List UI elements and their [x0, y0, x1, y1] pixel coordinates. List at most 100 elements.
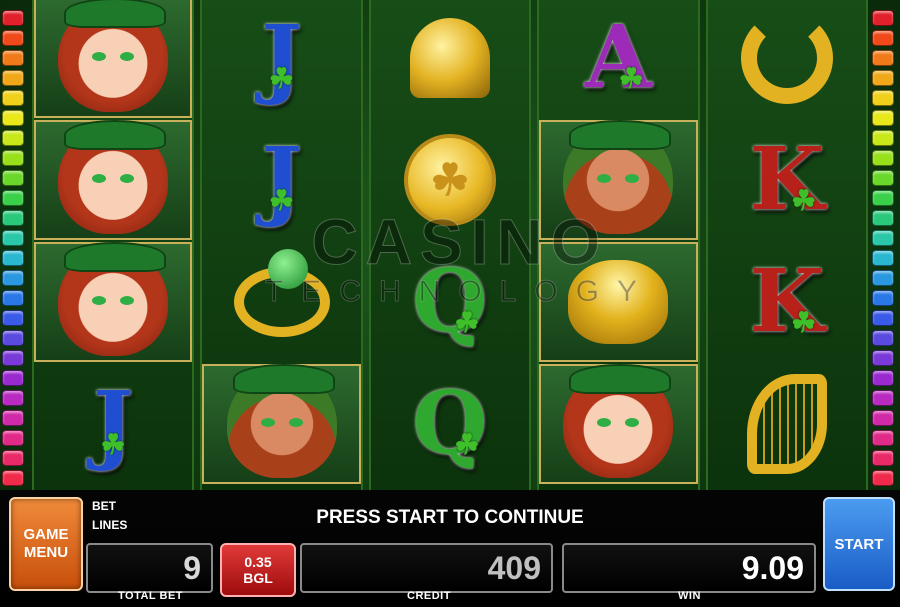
reel-4: A ☘: [537, 0, 700, 490]
pot-of-gold-icon: [568, 260, 669, 344]
reel-4-cell-3: [539, 242, 698, 362]
redhead-girl-symbol: [58, 0, 169, 112]
total-bet-display: 9: [86, 543, 213, 593]
payline-marker-right-23: [872, 450, 894, 466]
win-caption: WIN: [678, 590, 701, 602]
payline-marker-left-8: [2, 150, 24, 166]
payline-marker-left-4: [2, 70, 24, 86]
win-display: 9.09: [562, 543, 816, 593]
letter-j-symbol: J ☘: [92, 373, 134, 474]
hat-icon: [569, 120, 672, 150]
payline-marker-right-12: [872, 230, 894, 246]
game-menu-button[interactable]: GAME MENU: [9, 497, 83, 591]
pot-of-gold-symbol: [568, 260, 669, 344]
redhead-girl-portrait: [58, 120, 169, 234]
hat-icon: [64, 0, 167, 28]
payline-marker-right-10: [872, 190, 894, 206]
reel-2-cell-4: [202, 364, 361, 484]
payline-marker-left-10: [2, 190, 24, 206]
payline-marker-left-3: [2, 50, 24, 66]
payline-marker-left-17: [2, 330, 24, 346]
hat-icon: [64, 242, 167, 272]
emerald-icon: [267, 249, 308, 289]
payline-marker-right-9: [872, 170, 894, 186]
clover-icon: ☘: [454, 306, 480, 339]
reel-1-cell-3: [34, 242, 193, 362]
reel-5-cell-4: [708, 364, 866, 484]
payline-marker-left-1: [2, 10, 24, 26]
denomination-button[interactable]: 0.35 BGL: [220, 543, 296, 597]
payline-marker-right-5: [872, 90, 894, 106]
payline-marker-left-12: [2, 230, 24, 246]
reel-4-cell-1: A ☘: [539, 0, 697, 118]
payline-marker-left-13: [2, 250, 24, 266]
letter-q-symbol: Q ☘: [412, 251, 488, 352]
letter-k-symbol: K ☘: [749, 129, 825, 230]
payline-marker-left-15: [2, 290, 24, 306]
start-button[interactable]: START: [823, 497, 895, 591]
coin-icon: ☘: [404, 134, 497, 226]
leprechaun-symbol: [563, 120, 674, 234]
redhead-girl-symbol: [58, 120, 169, 234]
payline-marker-left-9: [2, 170, 24, 186]
reel-1-cell-4: J ☘: [34, 364, 192, 484]
payline-marker-left-23: [2, 450, 24, 466]
letter-k-symbol: K ☘: [749, 251, 825, 352]
redhead-girl-symbol: [58, 242, 169, 356]
eye-icon: [120, 52, 135, 61]
payline-marker-left-14: [2, 270, 24, 286]
reel-2: J ☘ J ☘: [200, 0, 363, 490]
total-bet-value: 9: [183, 549, 201, 586]
horseshoe-symbol: [740, 12, 833, 104]
payline-marker-right-6: [872, 110, 894, 126]
redhead-girl-portrait: [563, 364, 674, 478]
payline-marker-right-13: [872, 250, 894, 266]
coin-symbol: ☘: [404, 134, 497, 226]
horseshoe-icon: [740, 12, 833, 104]
letter-j-symbol: J ☘: [261, 129, 302, 230]
payline-marker-right-4: [872, 70, 894, 86]
redhead-girl-portrait: [58, 242, 169, 356]
payline-marker-right-17: [872, 330, 894, 346]
reel-1-cell-1: [34, 0, 193, 118]
payline-marker-right-2: [872, 30, 894, 46]
redhead-girl-portrait: [58, 0, 169, 112]
reel-2-cell-1: J ☘: [202, 0, 360, 118]
reel-2-cell-3: [202, 242, 360, 362]
eye-icon: [260, 418, 275, 427]
eye-icon: [92, 296, 107, 305]
total-bet-caption: TOTAL BET: [118, 590, 183, 602]
clover-icon: ☘: [791, 306, 817, 339]
payline-marker-right-15: [872, 290, 894, 306]
slot-game-screen: J ☘ J ☘ J ☘ ☘ Q ☘ Q ☘ A ☘ K ☘ K ☘ CASINO TECHNOLOGY …: [0, 0, 900, 607]
harp-symbol: [746, 374, 827, 474]
clover-icon: ☘: [268, 184, 294, 217]
control-panel: GAME MENU BET LINES PRESS START TO CONTI…: [0, 490, 900, 607]
payline-marker-left-20: [2, 390, 24, 406]
payline-marker-left-11: [2, 210, 24, 226]
payline-markers-left: [2, 0, 28, 490]
reel-4-cell-4: [539, 364, 698, 484]
hat-icon: [64, 120, 167, 150]
eye-icon: [288, 418, 303, 427]
clover-icon: ☘: [100, 428, 126, 461]
payline-marker-left-21: [2, 410, 24, 426]
payline-markers-right: [872, 0, 898, 490]
bell-symbol: [410, 18, 491, 98]
payline-marker-left-5: [2, 90, 24, 106]
reels-area: J ☘ J ☘ J ☘ ☘ Q ☘ Q ☘ A ☘ K ☘ K ☘: [32, 0, 869, 490]
reel-3-cell-4: Q ☘: [371, 364, 529, 484]
reel-4-cell-2: [539, 120, 698, 240]
ring-icon: [233, 249, 330, 337]
reel-3-cell-1: [371, 0, 529, 118]
status-message: PRESS START TO CONTINUE: [316, 507, 584, 528]
reel-1: J ☘: [32, 0, 195, 490]
payline-marker-right-19: [872, 370, 894, 386]
payline-marker-left-24: [2, 470, 24, 486]
clover-icon: ☘: [791, 184, 817, 217]
denomination-value: 0.35: [244, 554, 272, 570]
letter-q-symbol: Q ☘: [412, 373, 488, 474]
hat-icon: [569, 364, 672, 394]
clover-icon: ☘: [618, 62, 644, 95]
harp-icon: [746, 374, 827, 474]
